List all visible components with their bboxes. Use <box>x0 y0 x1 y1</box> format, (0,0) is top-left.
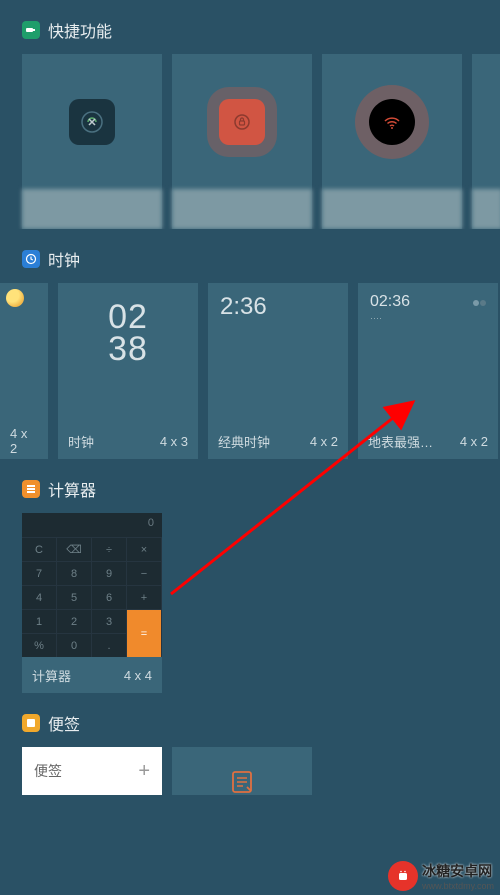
clock-preview <box>0 283 48 423</box>
quick-card-wifi[interactable] <box>322 54 462 229</box>
calc-key: 7 <box>22 561 57 585</box>
calc-key: − <box>127 561 162 585</box>
calculator-display: 0 <box>22 513 162 537</box>
sun-icon <box>6 289 24 307</box>
notes-row: 便签 + <box>0 747 500 795</box>
clock-footer: 地表最强… 4 x 2 <box>358 423 498 459</box>
note-label: 便签 <box>34 761 62 781</box>
section-header-notes: 便签 <box>0 693 500 747</box>
calculator-name: 计算器 <box>32 666 71 685</box>
calc-key: + <box>127 585 162 609</box>
calc-key: 3 <box>92 609 127 633</box>
calc-key: ⌫ <box>57 537 92 561</box>
section-title-quick: 快捷功能 <box>48 18 112 42</box>
quick-preview <box>472 54 500 189</box>
clock-preview: 02 38 <box>58 283 198 423</box>
note-card-add[interactable]: 便签 + <box>22 747 162 795</box>
quick-preview <box>22 54 162 189</box>
quick-preview <box>322 54 462 189</box>
clock-name: 经典时钟 <box>218 432 270 451</box>
watermark-text: 冰糖安卓网 <box>422 861 494 881</box>
calc-key: 9 <box>92 561 127 585</box>
calc-key: % <box>22 633 57 657</box>
notes-section-icon <box>22 714 40 732</box>
quick-card-clear[interactable] <box>22 54 162 229</box>
clock-size: 4 x 3 <box>160 434 188 449</box>
section-header-quick: 快捷功能 <box>0 0 500 54</box>
clock-size: 4 x 2 <box>10 426 38 456</box>
clock-time: 2:36 <box>220 293 336 321</box>
quick-label-blur <box>472 189 500 229</box>
note-doc-icon <box>229 769 255 795</box>
clock-section-icon <box>22 250 40 268</box>
calc-key: × <box>127 537 162 561</box>
weather-dots-icon <box>472 295 488 313</box>
plus-icon: + <box>138 760 150 783</box>
clock-time-top: 02 <box>70 301 186 333</box>
calc-key-equals: = <box>127 609 162 657</box>
quick-card-partial[interactable] <box>472 54 500 229</box>
calculator-section-icon <box>22 480 40 498</box>
clock-preview: 2:36 <box>208 283 348 423</box>
clock-size: 4 x 2 <box>460 434 488 449</box>
calculator-grid: C ⌫ ÷ × 7 8 9 − 4 5 6 + 1 2 3 = % 0 . <box>22 537 162 657</box>
quick-section-icon <box>22 21 40 39</box>
clock-card-weather[interactable]: 4 x 2 <box>0 283 48 459</box>
close-icon <box>69 99 115 145</box>
calc-key: . <box>92 633 127 657</box>
clock-name: 时钟 <box>68 432 94 451</box>
quick-label-blur <box>22 189 162 229</box>
clock-name: 地表最强… <box>368 432 433 451</box>
section-title-notes: 便签 <box>48 711 80 735</box>
clock-card-classic[interactable]: 2:36 经典时钟 4 x 2 <box>208 283 348 459</box>
calculator-card[interactable]: 0 C ⌫ ÷ × 7 8 9 − 4 5 6 + 1 2 3 = % 0 . <box>22 513 162 693</box>
calculator-footer: 计算器 4 x 4 <box>22 657 162 693</box>
watermark: 冰糖安卓网 www.btxtdmy.com <box>388 861 494 891</box>
clock-card-digital[interactable]: 02 38 时钟 4 x 3 <box>58 283 198 459</box>
calc-key: ÷ <box>92 537 127 561</box>
calc-key: C <box>22 537 57 561</box>
section-header-clock: 时钟 <box>0 229 500 283</box>
calc-key: 2 <box>57 609 92 633</box>
note-card-preview[interactable] <box>172 747 312 795</box>
calculator-body: 0 C ⌫ ÷ × 7 8 9 − 4 5 6 + 1 2 3 = % 0 . <box>22 513 162 657</box>
calc-key: 6 <box>92 585 127 609</box>
clock-footer: 4 x 2 <box>0 423 48 459</box>
clock-footer: 经典时钟 4 x 2 <box>208 423 348 459</box>
clock-row: 4 x 2 02 38 时钟 4 x 3 2:36 经典时钟 4 x 2 02:… <box>0 283 500 459</box>
calc-key: 1 <box>22 609 57 633</box>
clock-preview: 02:36 ···· <box>358 283 498 423</box>
quick-row <box>0 54 500 229</box>
quick-preview <box>172 54 312 189</box>
section-title-clock: 时钟 <box>48 247 80 271</box>
clock-sub: ···· <box>370 313 486 323</box>
calculator-row: 0 C ⌫ ÷ × 7 8 9 − 4 5 6 + 1 2 3 = % 0 . <box>0 513 500 693</box>
clock-time-bot: 38 <box>70 333 186 365</box>
calc-key: 8 <box>57 561 92 585</box>
quick-label-blur <box>172 189 312 229</box>
calculator-size: 4 x 4 <box>124 668 152 683</box>
section-title-calculator: 计算器 <box>48 477 96 501</box>
watermark-url: www.btxtdmy.com <box>422 881 494 891</box>
clock-time: 02:36 <box>370 293 486 311</box>
clock-size: 4 x 2 <box>310 434 338 449</box>
clock-card-best[interactable]: 02:36 ···· 地表最强… 4 x 2 <box>358 283 498 459</box>
quick-card-lock[interactable] <box>172 54 312 229</box>
calc-key: 5 <box>57 585 92 609</box>
wifi-icon <box>369 99 415 145</box>
calc-key: 4 <box>22 585 57 609</box>
calc-key: 0 <box>57 633 92 657</box>
lock-icon <box>219 99 265 145</box>
section-header-calculator: 计算器 <box>0 459 500 513</box>
clock-footer: 时钟 4 x 3 <box>58 423 198 459</box>
watermark-logo-icon <box>388 861 418 891</box>
quick-label-blur <box>322 189 462 229</box>
